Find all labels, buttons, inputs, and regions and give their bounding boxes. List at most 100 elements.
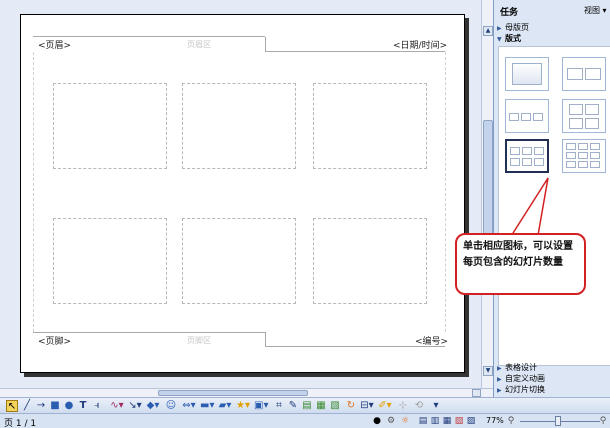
normal-view-icon[interactable]: ▤ [418,416,428,426]
handout-view-icon[interactable]: ▨ [466,416,476,426]
vertical-text-icon[interactable]: ⫣ [92,400,102,412]
slide-workspace[interactable]: <页眉> 页眉区 <日期/时间> <页脚> 页脚区 <编号> [0,0,481,388]
mini-slide [585,104,599,115]
margin-guide-right [445,52,446,332]
layout-3-slides[interactable] [505,99,549,133]
section-table-design[interactable]: ▶ 表格设计 [497,362,610,373]
ellipse-icon[interactable]: ● [64,400,74,412]
header-datetime-field[interactable]: <日期/时间> [393,38,447,51]
notes-view-icon[interactable]: ▧ [454,416,464,426]
connector-icon[interactable]: ↘▾ [128,400,142,412]
symbol-shapes-icon[interactable]: ☺▾ [164,400,178,423]
mini-slide [569,104,583,115]
callouts-icon[interactable]: ▰▾ [218,400,232,412]
flowchart-icon[interactable]: ▬▾ [200,400,214,412]
mini-slide [566,152,576,159]
layout-2-slides[interactable] [562,57,606,91]
page-indicator: 页 1 / 1 [4,419,37,428]
scroll-down-icon[interactable]: ▼ [483,366,493,376]
mini-slide [534,158,544,166]
slide-placeholder-2[interactable] [182,83,296,169]
horizontal-scroll-thumb[interactable] [158,390,308,396]
section-slide-transition[interactable]: ▶ 幻灯片切换 [497,384,610,395]
slide-placeholder-5[interactable] [182,218,296,304]
image-icon[interactable]: ▤ [302,400,312,412]
mini-slide [566,143,576,150]
basic-shapes-icon[interactable]: ◆▾ [146,400,160,412]
footer-divider-left [33,332,265,333]
rectangle-icon[interactable]: ■ [50,400,60,412]
mini-slide [590,161,600,168]
shadow-icon[interactable]: ☼ [400,416,410,426]
zoom-out-icon[interactable]: ⚲ [506,416,516,426]
toggle-extrusion-icon[interactable]: ⟲ [414,400,424,412]
header-left-field[interactable]: <页眉> [38,38,71,51]
text-icon[interactable]: T [78,400,88,412]
vertical-scroll-thumb[interactable] [483,120,493,240]
block-arrows-icon[interactable]: ⇔▾ [182,400,196,412]
expand-triangle-icon: ▶ [497,365,502,372]
section-layouts[interactable]: ▼ 版式 [497,33,610,44]
rotate-icon[interactable]: ↻ [346,400,356,412]
fontwork-icon[interactable]: ✎ [288,400,298,412]
alignment-icon[interactable]: ⊟▾ [360,400,374,412]
footer-divider-v [265,332,266,346]
section-slide-transition-label: 幻灯片切换 [505,385,545,394]
slide-placeholder-1[interactable] [53,83,167,169]
vertical-scrollbar[interactable]: ▲ ▼ [481,0,493,388]
mini-slide [566,161,576,168]
glue-icon[interactable]: ⚙ [386,416,396,426]
line-icon[interactable]: ╱ [22,400,32,412]
layout-9-slides[interactable] [562,139,606,173]
expand-triangle-icon: ▶ [497,387,502,394]
select-arrow-icon[interactable]: ↖ [6,400,18,412]
header-area-label: 页眉区 [187,40,211,49]
3d-objects-icon[interactable]: ▣▾ [254,400,268,412]
stars-icon[interactable]: ★▾ [236,400,250,412]
footer-number-field[interactable]: <编号> [415,334,448,347]
scroll-up-icon[interactable]: ▲ [483,26,493,36]
footer-left-field[interactable]: <页脚> [38,334,71,347]
section-custom-animation-label: 自定义动画 [505,374,545,383]
layout-1-slide[interactable] [505,57,549,91]
mini-slide [569,118,583,129]
scroll-right-icon[interactable] [472,389,481,397]
layout-6-slides[interactable] [505,139,549,173]
slide-sorter-icon[interactable]: ▦ [442,416,452,426]
zoom-level[interactable]: 77% [486,416,504,425]
view-menu-button[interactable]: 视图 ▾ × [584,5,610,16]
mini-slide [578,143,588,150]
section-master-pages[interactable]: ▶ 母版页 [497,22,610,33]
slide-placeholder-6[interactable] [313,218,427,304]
section-custom-animation[interactable]: ▶ 自定义动画 [497,373,610,384]
outline-view-icon[interactable]: ▥ [430,416,440,426]
arrange-icon[interactable]: ✐▾ [378,400,392,412]
contour-icon[interactable]: ● [372,416,382,426]
zoom-in-icon[interactable]: ⚲ [598,416,608,426]
header-divider-right [265,51,445,52]
expand-triangle-icon: ▶ [497,376,502,383]
gallery-icon[interactable]: ▦ [316,400,326,412]
glue-points-icon[interactable]: ⊹ [398,400,408,412]
mini-slide [509,113,519,121]
horizontal-scrollbar[interactable] [0,388,493,397]
mini-slide [522,158,532,166]
toolbar-overflow-icon[interactable]: ▾ [432,400,440,412]
mini-slide [510,147,520,155]
layout-4-slides[interactable] [562,99,606,133]
curve-icon[interactable]: ∿▾ [110,400,124,412]
mini-slide [578,152,588,159]
extrusion-icon[interactable]: ▧ [330,400,340,412]
zoom-slider-handle[interactable] [555,416,561,426]
arrow-line-icon[interactable]: → [36,400,46,412]
handout-page[interactable]: <页眉> 页眉区 <日期/时间> <页脚> 页脚区 <编号> [20,14,465,373]
margin-guide-left [33,52,34,332]
task-pane-title: 任务 [500,8,519,18]
slide-placeholder-3[interactable] [313,83,427,169]
status-bar: 页 1 / 1 ● ⚙ ☼ ▤ ▥ ▦ ▧ ▨ 77% ⚲ ⚲ [0,413,610,428]
mini-slide [578,161,588,168]
points-icon[interactable]: ⌗ [274,400,284,412]
mini-slide [512,63,542,85]
slide-placeholder-4[interactable] [53,218,167,304]
mini-slide [590,152,600,159]
